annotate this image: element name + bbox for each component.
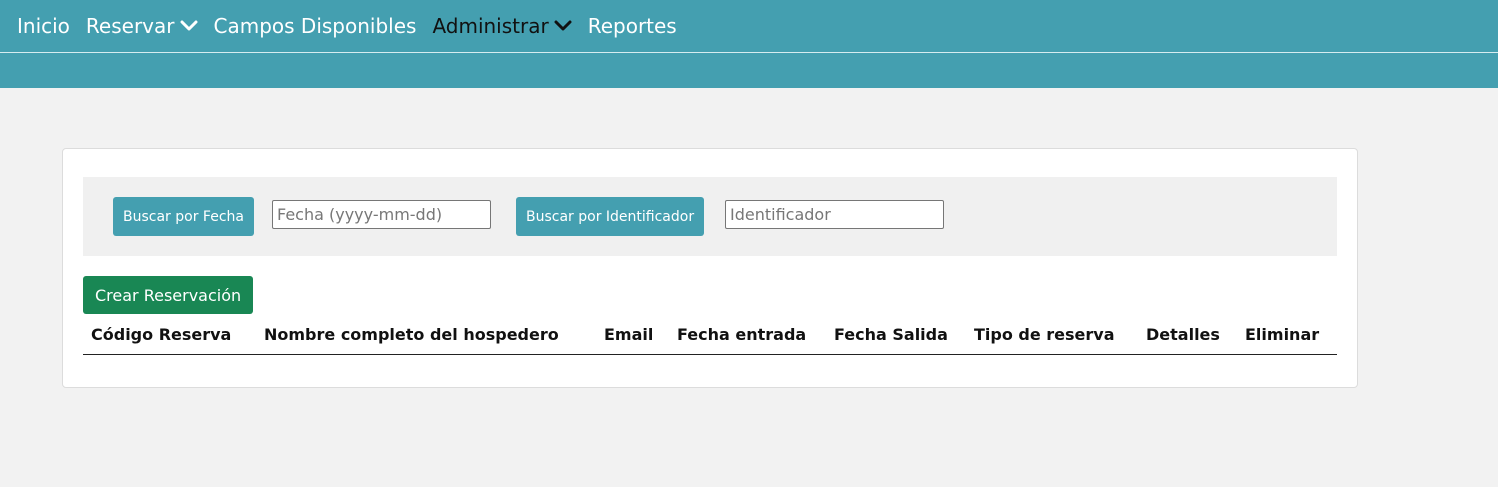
nav-divider [0,52,1498,53]
nav-item-campos-disponibles[interactable]: Campos Disponibles [214,14,417,38]
nav-item-reportes[interactable]: Reportes [588,14,677,38]
chevron-down-icon [180,20,197,31]
column-header-email: Email [604,325,654,344]
nav-item-inicio[interactable]: Inicio [17,14,70,38]
create-reservation-button[interactable]: Crear Reservación [83,276,254,314]
column-header-nombre: Nombre completo del hospedero [264,325,559,344]
column-header-codigo: Código Reserva [91,325,232,344]
nav-item-label: Administrar [432,14,549,38]
nav-item-label: Reservar [85,14,175,38]
top-navbar: Inicio Reservar Campos Disponibles Admin… [0,0,1498,88]
nav-item-reservar[interactable]: Reservar [86,14,198,38]
date-search-input[interactable] [272,200,491,229]
column-header-eliminar: Eliminar [1245,325,1320,344]
search-by-id-button[interactable]: Buscar por Identificador [516,197,705,236]
reservations-card: Buscar por Fecha Buscar por Identificado… [62,148,1358,388]
column-header-fecha-entrada: Fecha entrada [677,325,807,344]
nav-item-label: Inicio [17,14,70,38]
nav-item-administrar[interactable]: Administrar [432,14,572,38]
nav-item-label: Reportes [587,14,677,38]
reservations-table-header: Código Reserva Nombre completo del hospe… [83,321,1337,355]
id-search-input[interactable] [725,200,944,229]
search-panel: Buscar por Fecha Buscar por Identificado… [83,177,1337,256]
nav-item-label: Campos Disponibles [213,14,417,38]
column-header-fecha-salida: Fecha Salida [834,325,948,344]
search-by-date-button[interactable]: Buscar por Fecha [113,197,254,236]
main-nav: Inicio Reservar Campos Disponibles Admin… [0,0,693,52]
column-header-detalles: Detalles [1146,325,1220,344]
chevron-down-icon [554,20,572,31]
column-header-tipo-reserva: Tipo de reserva [974,325,1115,344]
